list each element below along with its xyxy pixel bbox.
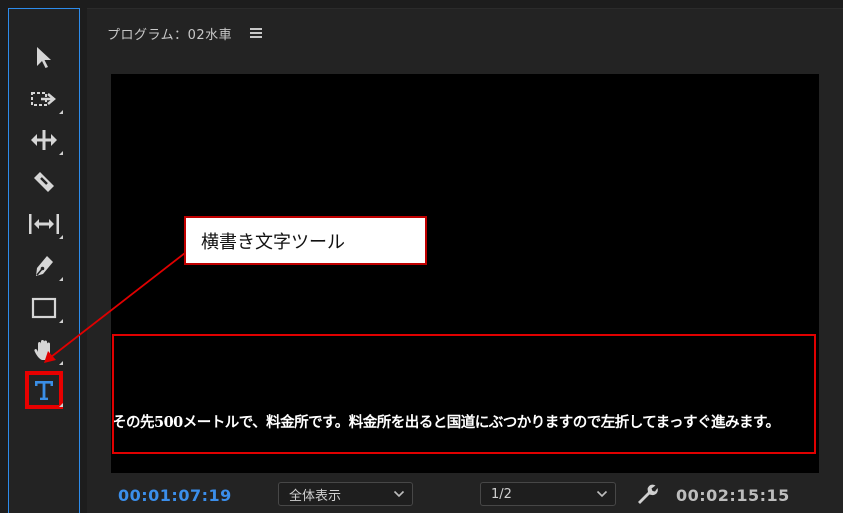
panel-title[interactable]: プログラム：02水車 <box>107 24 232 43</box>
ripple-edit-tool[interactable] <box>28 124 63 156</box>
chevron-down-icon <box>596 490 608 498</box>
flyout-indicator <box>59 319 63 323</box>
hand-icon <box>34 340 50 360</box>
callout-label: 横書き文字ツール <box>184 216 427 265</box>
type-t-icon <box>35 381 53 400</box>
zoom-level-value: 全体表示 <box>289 488 342 504</box>
callout-text: 横書き文字ツール <box>201 231 345 253</box>
arrow-cursor-icon <box>37 47 51 68</box>
chevron-down-icon <box>393 490 405 498</box>
slip-tool[interactable] <box>28 208 63 240</box>
flyout-indicator <box>59 235 63 239</box>
flyout-indicator <box>59 110 63 114</box>
track-select-icon <box>31 92 56 106</box>
ripple-edit-icon <box>31 130 57 150</box>
zoom-level-select[interactable]: 全体表示 <box>278 482 413 506</box>
track-select-tool[interactable] <box>28 83 63 115</box>
current-timecode[interactable]: 00:01:07:19 <box>118 486 232 505</box>
flyout-indicator <box>59 277 63 281</box>
flyout-indicator <box>59 403 63 407</box>
type-tool[interactable] <box>25 371 63 409</box>
razor-icon <box>34 172 54 192</box>
flyout-indicator <box>59 151 63 155</box>
premiere-window: プログラム：02水車 その先500メートルで、料金所です。料金所を出ると国道にぶ… <box>0 0 843 513</box>
panel-header: プログラム：02水車 <box>107 23 263 43</box>
flyout-indicator <box>59 361 63 365</box>
rectangle-icon <box>31 297 57 319</box>
selection-tool[interactable] <box>28 41 60 73</box>
razor-tool[interactable] <box>28 166 60 198</box>
caption-highlight-box <box>112 334 816 454</box>
rectangle-tool[interactable] <box>28 292 63 324</box>
playback-resolution-select[interactable]: 1/2 <box>480 482 616 506</box>
playback-resolution-value: 1/2 <box>491 486 512 502</box>
pen-tool[interactable] <box>28 250 63 282</box>
wrench-icon[interactable] <box>635 483 659 505</box>
pen-icon <box>36 256 53 276</box>
hamburger-menu-icon[interactable] <box>250 28 263 38</box>
slip-icon <box>29 214 59 234</box>
duration-timecode: 00:02:15:15 <box>676 486 790 505</box>
hand-tool[interactable] <box>28 334 63 366</box>
tools-panel <box>8 8 80 513</box>
